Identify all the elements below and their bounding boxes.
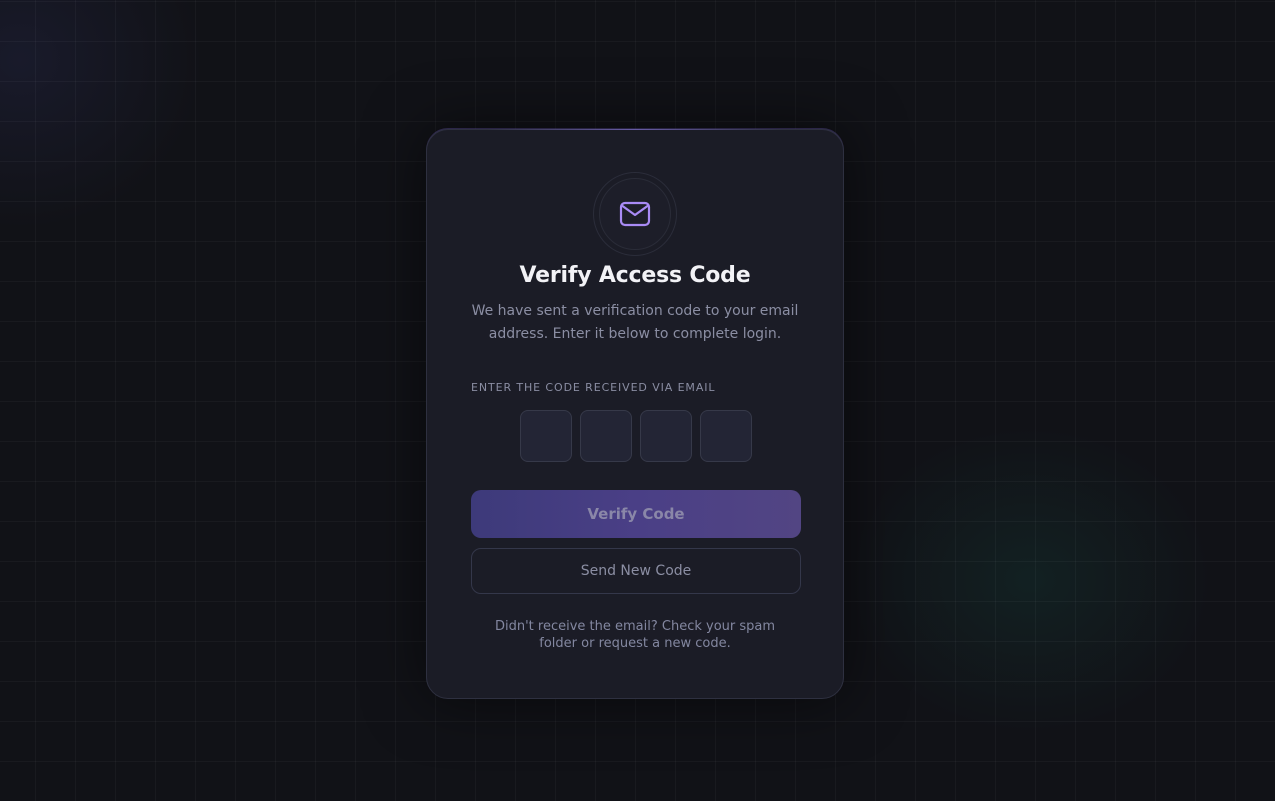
verify-code-button[interactable]: Verify Code — [471, 490, 801, 538]
code-digit-4[interactable] — [700, 410, 752, 462]
code-input-group — [520, 410, 752, 462]
code-label: ENTER THE CODE RECEIVED VIA EMAIL — [471, 381, 716, 394]
code-digit-1[interactable] — [520, 410, 572, 462]
help-text: Didn't receive the email? Check your spa… — [494, 619, 776, 651]
code-digit-2[interactable] — [580, 410, 632, 462]
code-digit-3[interactable] — [640, 410, 692, 462]
icon-badge — [599, 178, 671, 250]
subtitle: We have sent a verification code to your… — [471, 303, 799, 342]
icon-ring — [593, 172, 677, 256]
page: Verify Access Code We have sent a verifi… — [0, 0, 1275, 801]
verification-card: Verify Access Code We have sent a verifi… — [426, 129, 844, 699]
page-title: Verify Access Code — [519, 263, 751, 288]
send-new-code-button[interactable]: Send New Code — [471, 548, 801, 594]
mail-icon — [619, 201, 651, 227]
